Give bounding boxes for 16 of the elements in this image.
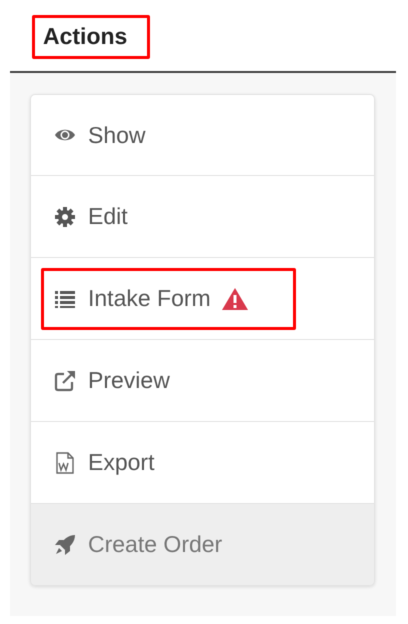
action-item[interactable]: Intake Form: [30, 258, 375, 340]
gear-icon: [54, 206, 76, 228]
action-item[interactable]: Edit: [30, 176, 375, 258]
action-label: Intake Form: [88, 284, 211, 314]
action-label: Export: [88, 448, 154, 478]
action-item[interactable]: Show: [30, 94, 375, 176]
action-label: Edit: [88, 202, 128, 232]
action-label: Show: [88, 120, 146, 150]
action-item[interactable]: Preview: [30, 340, 375, 422]
external-link-icon: [54, 370, 76, 392]
action-label: Create Order: [88, 530, 222, 560]
section-heading: Actions: [32, 15, 150, 60]
document-icon: [54, 452, 76, 474]
action-label: Preview: [88, 366, 170, 396]
action-item[interactable]: Export: [30, 422, 375, 504]
rocket-icon: [54, 534, 76, 556]
